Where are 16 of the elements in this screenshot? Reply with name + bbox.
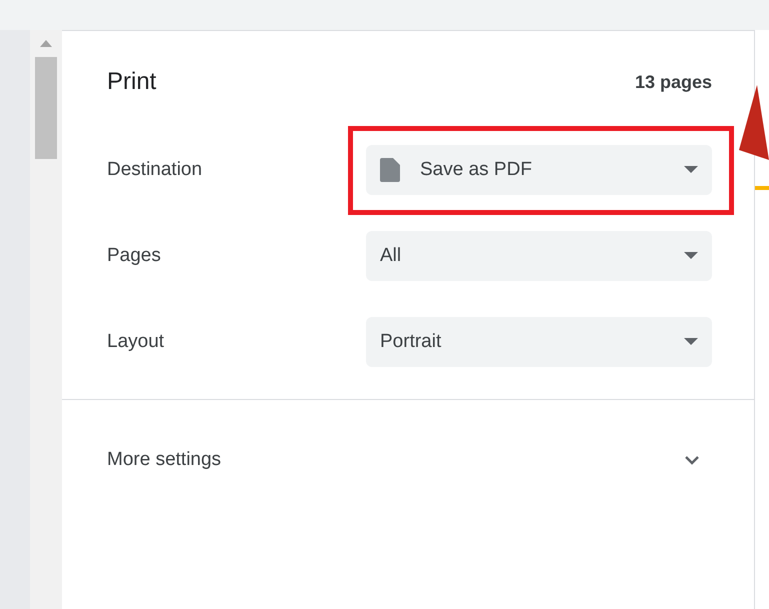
- setting-label: Layout: [107, 331, 166, 353]
- caret-icon: [684, 338, 698, 346]
- setting-select[interactable]: Save as PDF: [366, 145, 712, 195]
- setting-label: Destination: [107, 159, 204, 181]
- arrow-icon: [739, 85, 769, 160]
- page-count: 13 pages: [634, 72, 712, 92]
- dialog-title: Print: [107, 68, 156, 96]
- scroll-up-icon[interactable]: [40, 40, 52, 47]
- setting-select[interactable]: Portrait: [366, 317, 712, 367]
- more-settings-toggle[interactable]: More settings: [107, 440, 712, 480]
- scrollbar-thumb[interactable]: [35, 57, 57, 159]
- caret-icon: [684, 252, 698, 260]
- file-icon: [380, 158, 400, 182]
- caret-icon: [684, 166, 698, 174]
- setting-label: Pages: [107, 245, 162, 267]
- setting-select[interactable]: All: [366, 231, 712, 281]
